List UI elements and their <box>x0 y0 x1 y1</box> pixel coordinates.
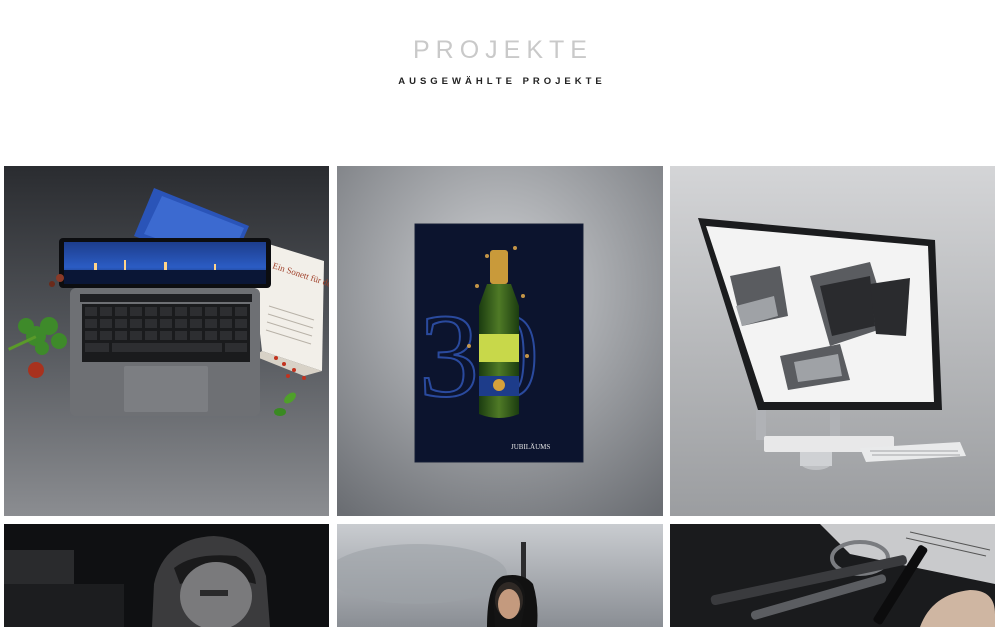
laptop-mockup-image: Ein Sonett für den Gaumen <box>4 166 329 516</box>
project-tile-portrait-man[interactable] <box>4 524 329 627</box>
poster-mockup-image: 30 JUBILÄUMS <box>337 166 663 516</box>
project-tile-laptop[interactable]: Ein Sonett für den Gaumen <box>4 166 329 516</box>
project-tile-pen-detail[interactable] <box>670 524 995 627</box>
portrait-woman-image <box>337 524 663 627</box>
pen-detail-image <box>670 524 995 627</box>
page-title: PROJEKTE <box>413 36 593 64</box>
page-subtitle: AUSGEWÄHLTE PROJEKTE <box>398 76 606 87</box>
poster-caption: JUBILÄUMS <box>511 443 550 451</box>
monitor-mockup-image <box>670 166 995 516</box>
portrait-man-image <box>4 524 329 627</box>
project-tile-monitor[interactable] <box>670 166 995 516</box>
project-tile-poster[interactable]: 30 JUBILÄUMS <box>337 166 663 516</box>
project-tile-portrait-woman[interactable] <box>337 524 663 627</box>
